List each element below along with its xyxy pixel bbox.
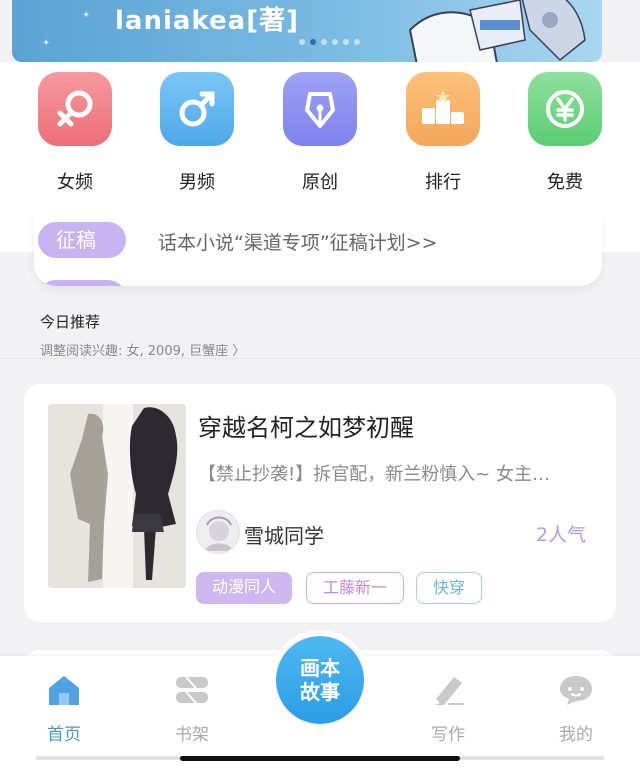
author-name[interactable]: 雪城同学 bbox=[244, 520, 324, 549]
profile-chat-icon bbox=[536, 670, 616, 710]
nav-label: 我的 bbox=[559, 725, 593, 745]
male-icon bbox=[160, 72, 234, 146]
nav-home[interactable]: 首页 bbox=[24, 670, 104, 745]
popularity-count: 2人气 bbox=[536, 524, 587, 546]
podium-icon bbox=[406, 72, 480, 146]
category-male[interactable]: 男频 bbox=[160, 72, 234, 194]
center-button-line1: 画本 bbox=[300, 656, 340, 680]
nav-label: 写作 bbox=[431, 725, 465, 745]
notice-card[interactable]: 征稿 话本小说“渠道专项”征稿计划>> bbox=[34, 212, 602, 286]
nav-bookshelf[interactable]: 书架 bbox=[152, 670, 232, 745]
home-icon bbox=[24, 670, 104, 710]
nav-label: 书架 bbox=[175, 725, 209, 745]
category-original[interactable]: 原创 bbox=[283, 72, 357, 194]
bookshelf-icon bbox=[152, 670, 232, 710]
divider bbox=[0, 358, 640, 359]
banner-dot[interactable] bbox=[299, 39, 305, 45]
banner-character-illustration bbox=[408, 0, 586, 62]
book-description: 【禁止抄袭!】拆官配，新兰粉慎入~ 女主… bbox=[198, 464, 551, 485]
banner-pagination[interactable] bbox=[299, 39, 360, 45]
notice-text[interactable]: 话本小说“渠道专项”征稿计划>> bbox=[158, 228, 438, 255]
tag-quick-transmigration[interactable]: 快穿 bbox=[416, 572, 482, 604]
notice-badge-next bbox=[38, 280, 126, 286]
banner-dot[interactable] bbox=[343, 39, 349, 45]
nav-profile[interactable]: 我的 bbox=[536, 670, 616, 745]
reading-preference-link[interactable]: 调整阅读兴趣: 女, 2009, 巨蟹座 〉 bbox=[40, 340, 245, 359]
banner-dot[interactable] bbox=[321, 39, 327, 45]
notice-badge: 征稿 bbox=[38, 222, 126, 258]
book-card[interactable]: 穿越名柯之如梦初醒 【禁止抄袭!】拆官配，新兰粉慎入~ 女主… 雪城同学 2人气… bbox=[24, 384, 616, 622]
category-label: 免费 bbox=[547, 172, 583, 193]
center-button-line2: 故事 bbox=[300, 680, 340, 704]
sparkle-icon: ✦ bbox=[82, 10, 91, 21]
category-ranking[interactable]: 排行 bbox=[406, 72, 480, 194]
tag-anime-fanfic[interactable]: 动漫同人 bbox=[196, 572, 292, 604]
create-story-button-inner[interactable]: 画本 故事 bbox=[276, 636, 364, 724]
sparkle-icon: ✦ bbox=[42, 38, 51, 49]
category-label: 排行 bbox=[425, 172, 461, 193]
banner-dot[interactable] bbox=[354, 39, 360, 45]
category-label: 原创 bbox=[302, 172, 338, 193]
cover-illustration bbox=[48, 404, 186, 588]
category-label: 男频 bbox=[179, 172, 215, 193]
category-female[interactable]: 女频 bbox=[38, 72, 112, 194]
home-indicator[interactable] bbox=[180, 756, 460, 761]
pen-nib-icon bbox=[283, 72, 357, 146]
banner-dot[interactable] bbox=[332, 39, 338, 45]
tag-character[interactable]: 工藤新一 bbox=[306, 572, 404, 604]
book-title[interactable]: 穿越名柯之如梦初醒 bbox=[198, 408, 414, 443]
yen-icon bbox=[528, 72, 602, 146]
author-avatar[interactable] bbox=[196, 510, 240, 554]
section-title: 今日推荐 bbox=[40, 313, 101, 331]
female-icon bbox=[38, 72, 112, 146]
book-cover[interactable] bbox=[48, 404, 186, 588]
create-story-button[interactable]: 画本 故事 bbox=[270, 630, 370, 730]
category-label: 女频 bbox=[57, 172, 93, 193]
category-free[interactable]: 免费 bbox=[528, 72, 602, 194]
banner-dot-active[interactable] bbox=[310, 39, 316, 45]
top-banner[interactable]: ✦ ✦ ✦ laniakea[著] bbox=[12, 0, 602, 62]
write-icon bbox=[408, 670, 488, 710]
nav-write[interactable]: 写作 bbox=[408, 670, 488, 745]
banner-title: laniakea[著] bbox=[115, 6, 299, 36]
nav-label: 首页 bbox=[47, 725, 81, 745]
